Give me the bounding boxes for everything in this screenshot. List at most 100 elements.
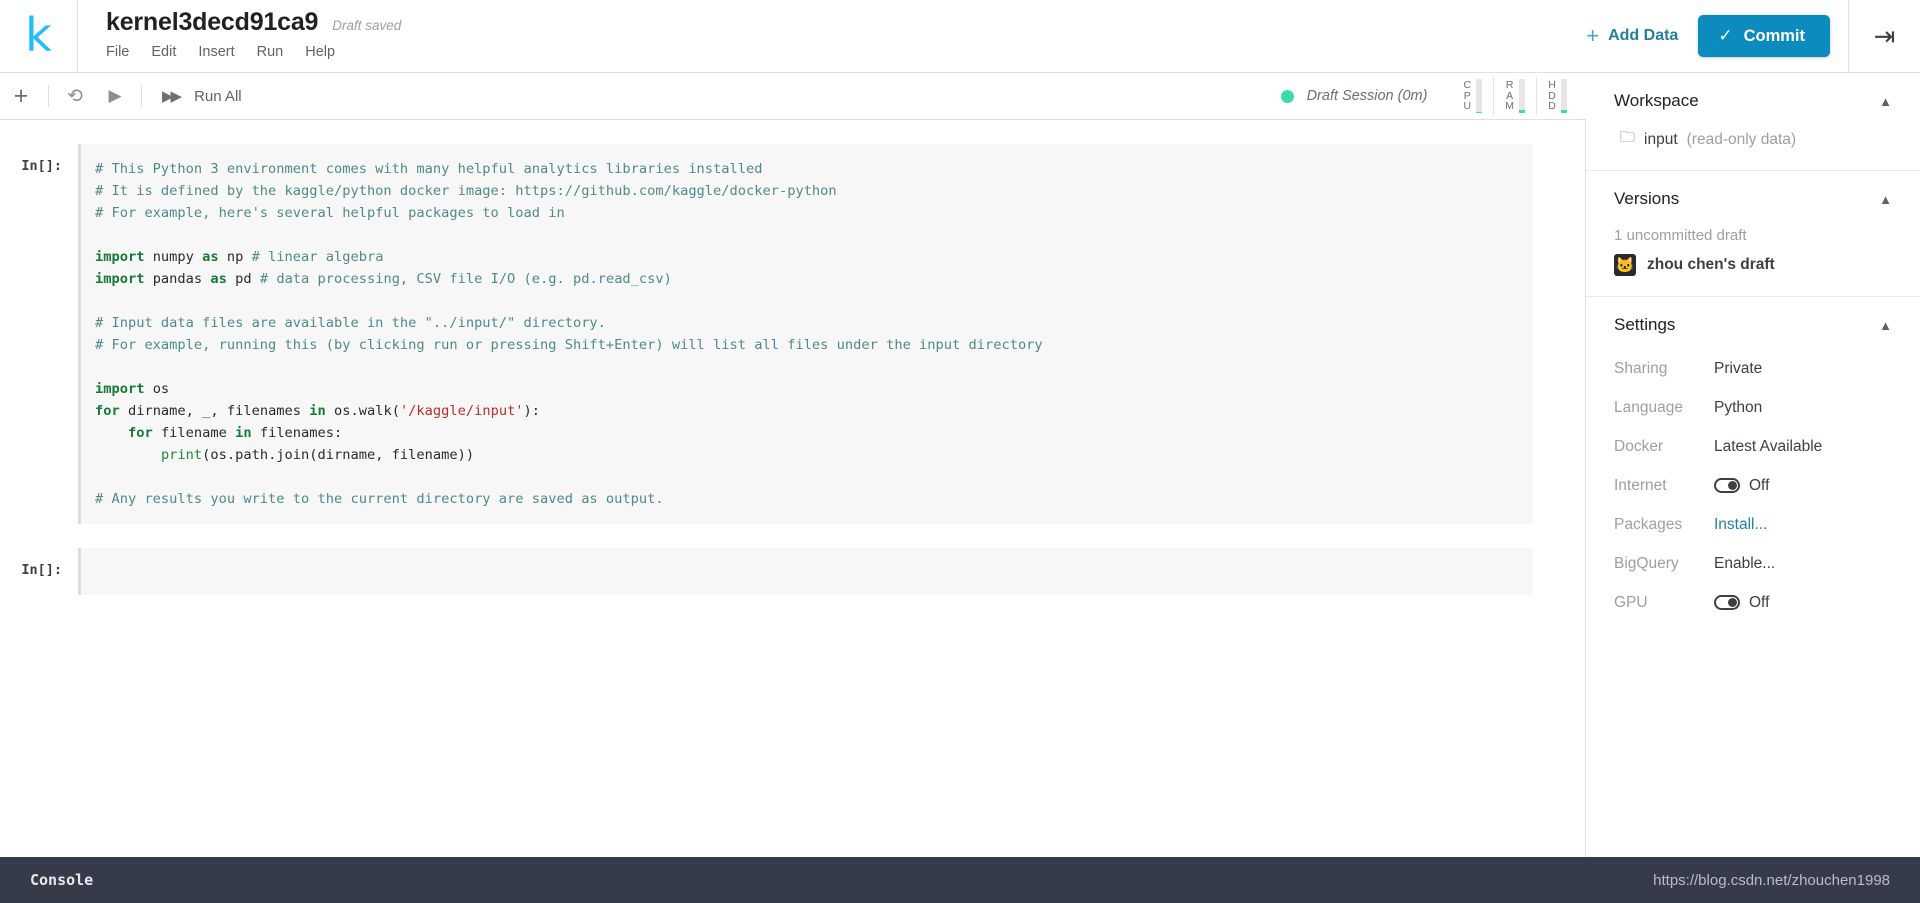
toggle-switch[interactable] bbox=[1714, 478, 1740, 493]
run-all-label: Run All bbox=[194, 87, 242, 105]
menu-item-help[interactable]: Help bbox=[305, 44, 335, 60]
setting-key: Sharing bbox=[1614, 359, 1668, 377]
toggle-knob bbox=[1728, 481, 1737, 490]
meter-ram: RAM bbox=[1493, 77, 1536, 115]
settings-title: Settings bbox=[1614, 315, 1676, 334]
avatar: 🐱 bbox=[1614, 254, 1636, 276]
kaggle-logo[interactable]: k bbox=[0, 0, 78, 73]
resource-meters: CPU RAM HDD bbox=[1452, 77, 1578, 115]
setting-value: Enable... bbox=[1714, 555, 1775, 573]
toggle-knob bbox=[1728, 598, 1737, 607]
toggle-label: Off bbox=[1749, 593, 1770, 611]
setting-value-label: Private bbox=[1714, 359, 1763, 377]
meter-cpu: CPU bbox=[1452, 77, 1493, 115]
watermark-text: https://blog.csdn.net/zhouchen1998 bbox=[1653, 871, 1890, 889]
restart-session-button[interactable]: ⟲ bbox=[55, 73, 95, 120]
session-status-dot bbox=[1280, 89, 1294, 103]
version-draft-label: zhou chen's draft bbox=[1647, 256, 1775, 273]
setting-value-label: Latest Available bbox=[1714, 437, 1823, 455]
check-icon: ✓ bbox=[1718, 26, 1733, 45]
setting-row-language: Language Python bbox=[1614, 388, 1892, 427]
setting-value-label: Python bbox=[1714, 398, 1763, 416]
version-draft-item[interactable]: 🐱 zhou chen's draft bbox=[1614, 254, 1892, 296]
run-all-button[interactable]: ▶▶ Run All bbox=[148, 73, 256, 120]
workspace-item-input[interactable]: 🗀 input (read-only data) bbox=[1614, 121, 1892, 170]
toggle-switch[interactable] bbox=[1714, 595, 1740, 610]
plus-icon: + bbox=[1586, 23, 1600, 48]
setting-row-internet: Internet Off bbox=[1614, 466, 1892, 505]
play-icon: ▶ bbox=[108, 86, 122, 105]
session-status-label: Draft Session (0m) bbox=[1306, 88, 1428, 104]
toolbar-divider bbox=[48, 85, 49, 107]
setting-value[interactable]: Off bbox=[1714, 477, 1769, 495]
toggle-label: Off bbox=[1749, 476, 1770, 494]
setting-key: Language bbox=[1614, 398, 1683, 416]
session-status-area: Draft Session (0m) CPU RAM HDD bbox=[1280, 77, 1586, 115]
meter-label: CPU bbox=[1463, 78, 1472, 113]
run-cell-button[interactable]: ▶ bbox=[95, 73, 135, 120]
setting-value-label[interactable]: Install... bbox=[1714, 516, 1767, 534]
versions-header[interactable]: Versions ▲ bbox=[1614, 171, 1892, 219]
menu-item-file[interactable]: File bbox=[106, 44, 129, 60]
setting-value[interactable]: Install... bbox=[1714, 516, 1767, 534]
setting-key: GPU bbox=[1614, 593, 1648, 611]
notebook-toolbar: + ⟲ ▶ ▶▶ Run All Draft Session (0m) CPU R… bbox=[0, 73, 1586, 120]
toolbar-divider bbox=[141, 85, 142, 107]
menu-bar: File Edit Insert Run Help bbox=[106, 44, 401, 60]
setting-value[interactable]: Off bbox=[1714, 594, 1769, 612]
folder-icon: 🗀 bbox=[1620, 129, 1636, 146]
setting-value: Latest Available bbox=[1714, 438, 1822, 456]
cell-editor[interactable]: # This Python 3 environment comes with m… bbox=[78, 144, 1533, 524]
meter-fill bbox=[1561, 109, 1567, 113]
setting-row-gpu: GPU Off bbox=[1614, 583, 1892, 622]
menu-item-edit[interactable]: Edit bbox=[151, 44, 176, 60]
arrow-to-right-icon: ⇥ bbox=[1873, 21, 1896, 51]
versions-title: Versions bbox=[1614, 189, 1680, 208]
setting-key: Docker bbox=[1614, 437, 1664, 455]
cell-editor[interactable] bbox=[78, 548, 1533, 595]
chevron-up-icon: ▲ bbox=[1879, 191, 1892, 207]
menu-item-run[interactable]: Run bbox=[257, 44, 284, 60]
right-sidebar: Workspace ▲ 🗀 input (read-only data) Ver… bbox=[1586, 73, 1920, 857]
setting-value: Private bbox=[1714, 360, 1762, 378]
notebook-area: In[]: # This Python 3 environment comes w… bbox=[0, 120, 1586, 857]
settings-header[interactable]: Settings ▲ bbox=[1614, 297, 1892, 345]
menu-item-insert[interactable]: Insert bbox=[198, 44, 234, 60]
chevron-up-icon: ▲ bbox=[1879, 317, 1892, 333]
setting-value: Python bbox=[1714, 399, 1762, 417]
commit-button[interactable]: ✓ Commit bbox=[1698, 15, 1830, 57]
code-content: # This Python 3 environment comes with m… bbox=[95, 161, 1043, 507]
title-block: kernel3decd91ca9 Draft saved File Edit Ins… bbox=[78, 0, 401, 72]
versions-subtitle: 1 uncommitted draft bbox=[1614, 227, 1747, 244]
meter-fill bbox=[1519, 109, 1526, 113]
setting-row-packages: Packages Install... bbox=[1614, 505, 1892, 544]
console-toggle[interactable]: Console bbox=[30, 871, 93, 889]
meter-bar bbox=[1519, 79, 1526, 113]
add-data-button[interactable]: + Add Data bbox=[1566, 25, 1698, 47]
cell-prompt: In[]: bbox=[21, 158, 62, 174]
workspace-header[interactable]: Workspace ▲ bbox=[1614, 73, 1892, 121]
meter-hdd: HDD bbox=[1536, 77, 1578, 115]
meter-bar bbox=[1561, 79, 1567, 113]
versions-section: Versions ▲ 1 uncommitted draft 🐱 zhou ch… bbox=[1586, 171, 1920, 296]
notebook-cell[interactable]: In[]: bbox=[0, 548, 1585, 595]
settings-list: Sharing Private Language Python Docker Latest… bbox=[1614, 345, 1892, 622]
add-cell-button[interactable]: + bbox=[0, 73, 42, 120]
workspace-title: Workspace bbox=[1614, 91, 1699, 110]
collapse-sidebar-button[interactable]: ⇥ bbox=[1848, 0, 1920, 73]
fast-forward-icon: ▶▶ bbox=[162, 88, 182, 105]
add-data-label: Add Data bbox=[1608, 27, 1679, 44]
notebook-cell[interactable]: In[]: # This Python 3 environment comes w… bbox=[0, 144, 1585, 524]
setting-row-sharing: Sharing Private bbox=[1614, 349, 1892, 388]
header-actions: + Add Data ✓ Commit ⇥ bbox=[1566, 0, 1920, 73]
meter-label: RAM bbox=[1505, 78, 1515, 113]
setting-row-docker: Docker Latest Available bbox=[1614, 427, 1892, 466]
plus-icon: + bbox=[13, 81, 29, 110]
page-title[interactable]: kernel3decd91ca9 bbox=[106, 8, 318, 37]
setting-key: BigQuery bbox=[1614, 554, 1679, 572]
console-bar: Console https://blog.csdn.net/zhouchen19… bbox=[0, 857, 1920, 903]
draft-status: Draft saved bbox=[332, 18, 402, 33]
refresh-icon: ⟲ bbox=[67, 85, 83, 107]
app-header: k kernel3decd91ca9 Draft saved File Edit I… bbox=[0, 0, 1920, 73]
meter-bar bbox=[1476, 79, 1483, 113]
